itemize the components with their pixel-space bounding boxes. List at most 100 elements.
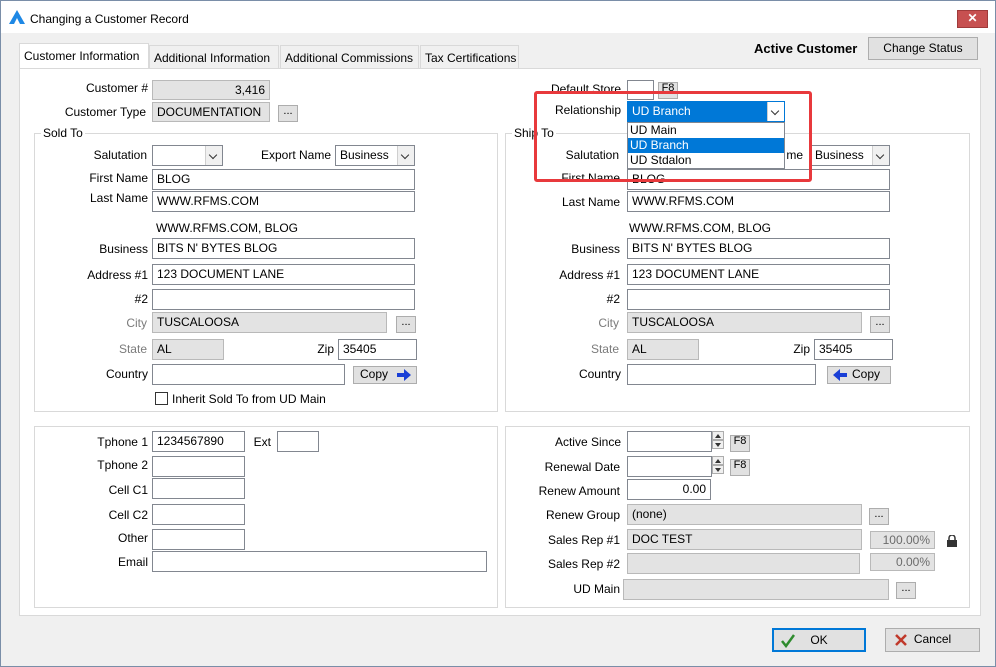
sold-first-name-label: First Name xyxy=(89,171,148,185)
sold-to-title: Sold To xyxy=(41,126,85,140)
renewal-date-input[interactable] xyxy=(627,456,712,477)
ship-copy-button[interactable]: Copy xyxy=(827,366,891,384)
check-icon xyxy=(781,634,795,648)
sold-address1-input[interactable]: 123 DOCUMENT LANE xyxy=(152,264,415,285)
ud-main-browse-button[interactable]: ... xyxy=(896,582,916,599)
cell2-input[interactable] xyxy=(152,504,245,525)
sold-state-label: State xyxy=(118,342,147,356)
tab-tax-certifications[interactable]: Tax Certifications xyxy=(420,45,519,69)
sales-rep1-pct: 100.00% xyxy=(870,531,935,549)
arrow-left-icon xyxy=(833,369,847,381)
chevron-down-icon[interactable] xyxy=(872,146,889,165)
chevron-down-icon[interactable] xyxy=(205,146,222,165)
renew-group-label: Renew Group xyxy=(545,508,620,522)
change-status-button[interactable]: Change Status xyxy=(868,37,978,60)
ship-zip-input[interactable]: 35405 xyxy=(814,339,893,360)
ship-copy-label: Copy xyxy=(851,367,880,381)
ship-business-input[interactable]: BITS N' BYTES BLOG xyxy=(627,238,890,259)
sold-country-label: Country xyxy=(105,367,148,381)
customer-number-label: Customer # xyxy=(85,81,148,95)
ship-name-value: Business xyxy=(815,148,864,162)
ship-city-field: TUSCALOOSA xyxy=(627,312,862,333)
sales-rep2-pct: 0.00% xyxy=(870,553,935,571)
ud-main-label: UD Main xyxy=(573,582,620,596)
sold-salutation-select[interactable] xyxy=(152,145,223,166)
renew-amount-label: Renew Amount xyxy=(538,484,620,498)
ship-state-label: State xyxy=(590,342,619,356)
ship-city-browse-button[interactable]: ... xyxy=(870,316,890,333)
renew-group-field: (none) xyxy=(627,504,862,525)
cell2-label: Cell C2 xyxy=(108,508,148,522)
ship-country-input[interactable] xyxy=(627,364,816,385)
active-since-spinner[interactable] xyxy=(712,431,724,450)
ship-city-label: City xyxy=(598,316,619,330)
tab-additional-information[interactable]: Additional Information xyxy=(149,45,279,69)
export-name-select[interactable]: Business xyxy=(335,145,415,166)
sold-copy-button[interactable]: Copy xyxy=(353,366,417,384)
export-name-value: Business xyxy=(340,148,389,162)
ship-address2-input[interactable] xyxy=(627,289,890,310)
sold-country-input[interactable] xyxy=(152,364,345,385)
sold-first-name-input[interactable]: BLOG xyxy=(152,169,415,190)
sold-city-browse-button[interactable]: ... xyxy=(396,316,416,333)
cell1-input[interactable] xyxy=(152,478,245,499)
renewal-date-label: Renewal Date xyxy=(544,460,620,474)
sold-zip-input[interactable]: 35405 xyxy=(338,339,417,360)
ud-main-field xyxy=(623,579,889,600)
ship-state-field: AL xyxy=(627,339,699,360)
customer-type-browse-button[interactable]: ... xyxy=(278,105,298,122)
customer-type-label: Customer Type xyxy=(64,105,146,119)
active-since-input[interactable] xyxy=(627,431,712,452)
cell1-label: Cell C1 xyxy=(108,483,148,497)
sold-last-name-input[interactable]: WWW.RFMS.COM xyxy=(152,191,415,212)
email-input[interactable] xyxy=(152,551,487,572)
renew-group-browse-button[interactable]: ... xyxy=(869,508,889,525)
sold-address1-label: Address #1 xyxy=(87,268,148,282)
ext-label: Ext xyxy=(253,435,271,449)
dialog-window: Changing a Customer Record ✕ Active Cust… xyxy=(0,0,996,667)
customer-number-field: 3,416 xyxy=(152,80,270,100)
sold-business-input[interactable]: BITS N' BYTES BLOG xyxy=(152,238,415,259)
chevron-down-icon[interactable] xyxy=(397,146,414,165)
tphone1-label: Tphone 1 xyxy=(97,435,148,449)
renew-amount-input[interactable]: 0.00 xyxy=(627,479,711,500)
tphone1-input[interactable]: 1234567890 xyxy=(152,431,245,452)
title-bar: Changing a Customer Record ✕ xyxy=(1,1,995,33)
email-label: Email xyxy=(117,555,148,569)
cancel-button[interactable]: Cancel xyxy=(885,628,980,652)
ext-input[interactable] xyxy=(277,431,319,452)
ok-label: OK xyxy=(810,633,828,647)
sold-city-label: City xyxy=(126,316,147,330)
sold-business-label: Business xyxy=(99,242,148,256)
sold-city-field: TUSCALOOSA xyxy=(152,312,387,333)
ship-business-label: Business xyxy=(571,242,620,256)
sales-rep1-label: Sales Rep #1 xyxy=(547,533,620,547)
arrow-right-icon xyxy=(397,369,411,381)
inherit-sold-to-checkbox[interactable] xyxy=(155,392,168,405)
lock-icon[interactable] xyxy=(946,535,958,547)
customer-type-field: DOCUMENTATION xyxy=(152,102,270,122)
cancel-label: Cancel xyxy=(913,632,952,646)
ship-address1-input[interactable]: 123 DOCUMENT LANE xyxy=(627,264,890,285)
sales-rep1-field: DOC TEST xyxy=(627,529,862,550)
x-icon xyxy=(895,634,907,646)
sold-last-name-label: Last Name xyxy=(89,191,148,205)
ship-name-select[interactable]: Business xyxy=(810,145,890,166)
ship-last-name-input[interactable]: WWW.RFMS.COM xyxy=(627,191,890,212)
tab-customer-information[interactable]: Customer Information xyxy=(19,43,149,70)
export-name-label: Export Name xyxy=(260,148,331,162)
other-phone-input[interactable] xyxy=(152,529,245,550)
app-logo-icon xyxy=(9,10,25,24)
renewal-date-spinner[interactable] xyxy=(712,456,724,475)
close-button[interactable]: ✕ xyxy=(957,10,988,28)
sold-copy-label: Copy xyxy=(360,367,389,381)
active-since-f8-button[interactable]: F8 xyxy=(730,435,750,452)
sold-display-name: WWW.RFMS.COM, BLOG xyxy=(156,221,298,235)
other-phone-label: Other xyxy=(117,531,148,545)
tphone2-input[interactable] xyxy=(152,456,245,477)
sold-state-field: AL xyxy=(152,339,224,360)
tab-additional-commissions[interactable]: Additional Commissions xyxy=(280,45,419,69)
renewal-date-f8-button[interactable]: F8 xyxy=(730,459,750,476)
ok-button[interactable]: OK xyxy=(772,628,866,652)
sold-address2-input[interactable] xyxy=(152,289,415,310)
